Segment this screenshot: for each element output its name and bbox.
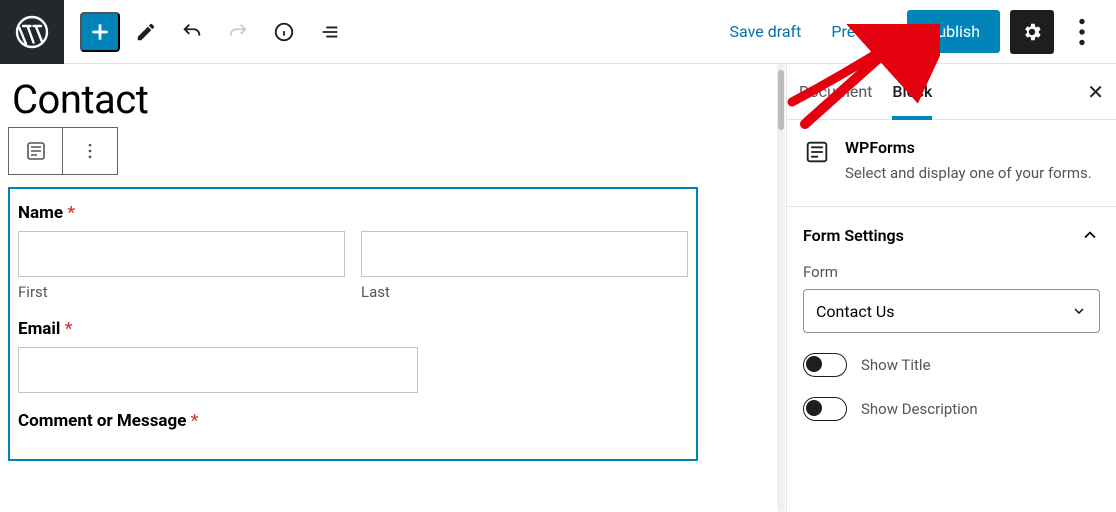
block-description-text: Select and display one of your forms. [845,163,1092,184]
comment-label: Comment or Message * [18,411,688,431]
block-toolbar [8,127,118,175]
last-sub-label: Last [361,283,688,301]
add-block-button[interactable] [80,12,120,52]
show-description-toggle[interactable] [803,397,847,421]
tab-document[interactable]: Document [799,64,872,119]
email-label: Email * [18,319,688,339]
first-sub-label: First [18,283,345,301]
first-name-input[interactable] [18,231,345,277]
tab-block[interactable]: Block [892,64,932,119]
chevron-up-icon [1080,225,1100,245]
email-field-group: Email * [18,319,688,393]
chevron-down-icon [1071,303,1087,319]
preview-button[interactable]: Preview [821,14,897,49]
last-name-input[interactable] [361,231,688,277]
scrollbar[interactable] [777,64,785,512]
edit-icon[interactable] [126,12,166,52]
close-sidebar-button[interactable]: ✕ [1087,80,1104,104]
email-input[interactable] [18,347,418,393]
publish-button[interactable]: Publish [907,10,1000,53]
name-label: Name * [18,203,688,223]
show-title-label: Show Title [861,356,931,374]
editor-toolbar: Save draft Preview Publish [0,0,1116,64]
wpforms-icon [803,138,831,184]
undo-button[interactable] [172,12,212,52]
outline-icon[interactable] [310,12,350,52]
settings-sidebar: Document Block ✕ WPForms Select and disp… [786,64,1116,512]
editor-canvas: Contact Name * First [0,64,786,512]
wpforms-block[interactable]: Name * First Last Email * [8,187,698,461]
block-description: WPForms Select and display one of your f… [787,120,1116,207]
comment-field-group: Comment or Message * [18,411,688,431]
form-select[interactable]: Contact Us [803,289,1100,333]
block-name: WPForms [845,138,1092,157]
redo-button[interactable] [218,12,258,52]
more-options-button[interactable] [1064,10,1100,54]
show-title-toggle[interactable] [803,353,847,377]
form-settings-panel-header[interactable]: Form Settings [787,207,1116,263]
page-title[interactable]: Contact [8,76,778,123]
save-draft-button[interactable]: Save draft [720,14,812,49]
form-settings-panel-body: Form Contact Us Show Title Show Descript… [787,263,1116,437]
form-select-label: Form [803,263,1100,281]
block-type-icon[interactable] [9,128,63,174]
block-more-icon[interactable] [63,128,117,174]
wordpress-logo[interactable] [0,0,64,64]
required-mark: * [67,203,75,223]
name-field-group: Name * First Last [18,203,688,301]
info-icon[interactable] [264,12,304,52]
form-select-value: Contact Us [816,302,895,321]
sidebar-tabs: Document Block ✕ [787,64,1116,120]
settings-button[interactable] [1010,10,1054,54]
show-description-label: Show Description [861,400,978,418]
